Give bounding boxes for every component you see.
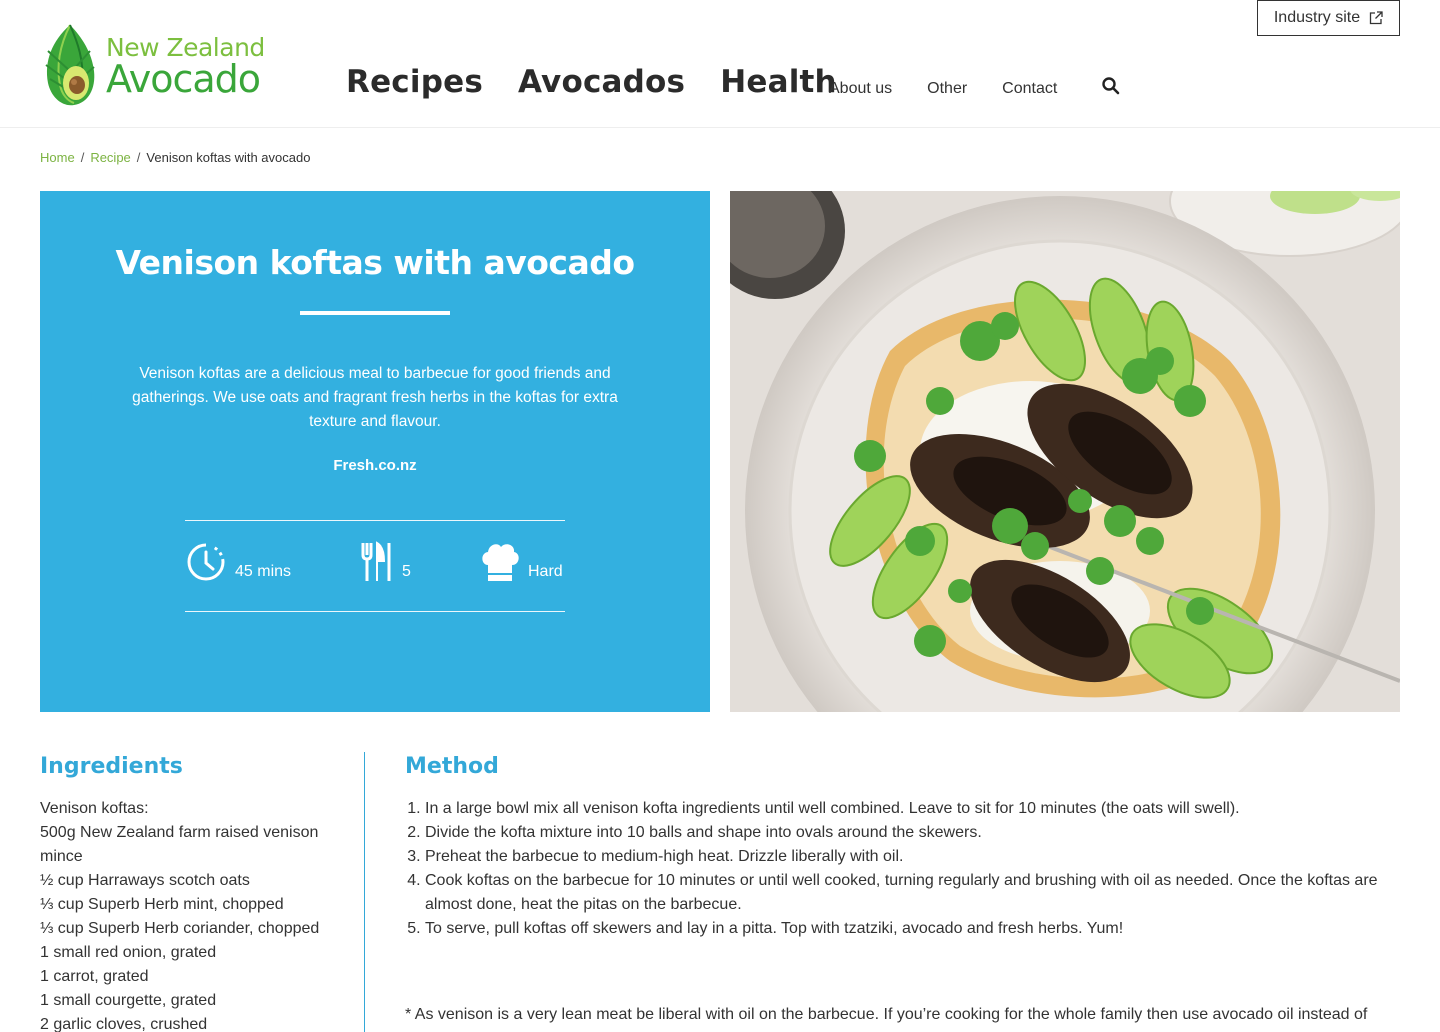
logo-line2: Avocado [106,56,261,101]
method-steps: In a large bowl mix all venison kofta in… [405,797,1400,941]
stat-time-value: 45 mins [235,563,292,580]
search-button[interactable] [1101,76,1123,98]
nav-other[interactable]: Other [927,80,967,98]
site-logo[interactable]: New Zealand Avocado [40,20,280,110]
secondary-nav: About us Other Contact [829,80,1092,98]
breadcrumb-home[interactable]: Home [40,150,75,165]
nav-about-us[interactable]: About us [829,80,892,98]
ingredient-item: ⅓ cup Superb Herb coriander, chopped [40,920,320,937]
ingredients-section: Ingredients Venison koftas: 500g New Zea… [40,752,365,1032]
breadcrumb: Home / Recipe / Venison koftas with avoc… [40,150,310,165]
recipe-description: Venison koftas are a delicious meal to b… [132,365,618,430]
chef-hat-icon [482,544,519,581]
method-step: In a large bowl mix all venison kofta in… [425,797,1400,821]
breadcrumb-separator: / [136,150,141,165]
main-nav: Recipes Avocados Health [346,64,872,100]
stat-serves-value: 5 [402,563,411,580]
nav-avocados[interactable]: Avocados [518,64,685,100]
ingredient-item: ⅓ cup Superb Herb mint, chopped [40,896,284,913]
external-link-icon [1369,11,1383,25]
search-icon [1102,77,1120,95]
title-underline [300,311,450,315]
method-section: Method In a large bowl mix all venison k… [405,752,1400,941]
ingredient-item: 1 small red onion, grated [40,944,217,961]
method-step: Divide the kofta mixture into 10 balls a… [425,821,1400,845]
nav-recipes[interactable]: Recipes [346,64,483,100]
logo-line1: New Zealand [106,32,265,62]
koftas-plate-image [730,191,1400,712]
method-step: Preheat the barbecue to medium-high heat… [425,845,1400,869]
recipe-photo [730,191,1400,712]
recipe-title: Venison koftas with avocado [115,243,635,282]
ingredient-item: 500g New Zealand farm raised venison min… [40,824,319,865]
recipe-source: Fresh.co.nz [333,457,417,474]
nav-contact[interactable]: Contact [1002,80,1057,98]
ingredient-item: 2 garlic cloves, crushed [40,1016,208,1032]
breadcrumb-recipe[interactable]: Recipe [90,150,130,165]
recipe-hero-panel: Venison koftas with avocado Venison koft… [40,191,710,712]
ingredient-item: 1 small courgette, grated [40,992,217,1009]
stat-time: 45 mins [185,541,291,583]
industry-site-button[interactable]: Industry site [1257,0,1400,36]
ingredient-item: 1 carrot, grated [40,968,149,985]
ingredients-list: Venison koftas: 500g New Zealand farm ra… [40,797,330,1032]
method-note: * As venison is a very lean meat be libe… [405,1006,1368,1023]
breadcrumb-current: Venison koftas with avocado [146,150,311,165]
clock-icon [187,543,225,581]
ingredient-item: ½ cup Harraways scotch oats [40,872,250,889]
avocado-logo-icon [45,24,95,106]
method-title: Method [405,754,499,779]
industry-site-label: Industry site [1273,9,1361,26]
breadcrumb-separator: / [80,150,85,165]
stat-serves: 5 [360,541,411,583]
ingredients-title: Ingredients [40,754,183,779]
method-step: Cook koftas on the barbecue for 10 minut… [425,869,1400,917]
cutlery-icon [361,541,391,581]
nav-health[interactable]: Health [720,64,837,100]
recipe-stats: 45 mins 5 Hard [185,520,565,612]
stat-difficulty: Hard [480,541,563,583]
stat-difficulty-value: Hard [528,563,563,580]
method-step: To serve, pull koftas off skewers and la… [425,917,1400,941]
ingredient-item: Venison koftas: [40,800,149,817]
column-divider [364,752,365,1032]
site-header: New Zealand Avocado Recipes Avocados Hea… [0,0,1440,128]
